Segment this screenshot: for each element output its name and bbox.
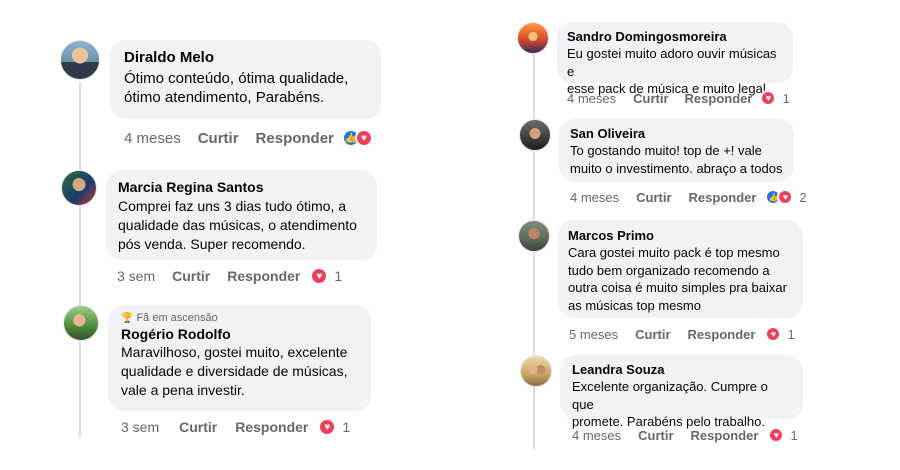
reply-button[interactable]: Responder (688, 327, 756, 342)
avatar[interactable] (517, 22, 549, 54)
like-button[interactable]: Curtir (635, 327, 670, 342)
comment-timestamp[interactable]: 3 sem (121, 419, 159, 435)
comment-actions: 4 meses Curtir Responder ♥ 1 (567, 89, 790, 107)
love-reaction-icon: ♥ (310, 267, 329, 285)
comment-author[interactable]: San Oliveira (570, 126, 783, 141)
reactions[interactable]: ♥ 1 (760, 90, 790, 106)
comment-timestamp[interactable]: 5 meses (569, 327, 618, 342)
reaction-count: 1 (342, 419, 351, 435)
comment-actions: 4 meses Curtir Responder ♥ 1 (572, 426, 798, 444)
like-button[interactable]: Curtir (636, 190, 671, 205)
comment-text: Maravilhoso, gostei muito, excelente qua… (121, 344, 348, 398)
fan-badge: 🏆 Fã em ascensão (121, 312, 358, 324)
trophy-icon: 🏆 (121, 313, 134, 324)
like-button[interactable]: Curtir (633, 91, 668, 106)
like-button[interactable]: Curtir (638, 428, 673, 443)
reaction-count: 1 (334, 268, 343, 284)
comment-author[interactable]: Diraldo Melo (124, 49, 367, 66)
comment-actions: 5 meses Curtir Responder ♥ 1 (569, 325, 795, 343)
love-reaction-icon: ♥ (760, 90, 777, 106)
avatar[interactable] (520, 355, 552, 387)
love-reaction-icon: ♥ (765, 326, 782, 342)
comment-timestamp[interactable]: 4 meses (572, 428, 621, 443)
reactions[interactable]: 👍 ♥ (341, 129, 373, 147)
comment-author[interactable]: Marcos Primo (568, 228, 793, 243)
like-button[interactable]: Curtir (179, 419, 217, 435)
comment-timestamp[interactable]: 4 meses (124, 130, 181, 147)
comment-bubble: 🏆 Fã em ascensão Rogério Rodolfo Maravilh… (108, 305, 371, 411)
thread-line-left (79, 82, 81, 437)
comment-timestamp[interactable]: 3 sem (117, 268, 155, 284)
love-reaction-icon: ♥ (768, 427, 785, 443)
love-reaction-icon: ♥ (354, 129, 373, 147)
comment-text: Cara gostei muito pack é top mesmo tudo … (568, 245, 787, 313)
fan-badge-label: Fã em ascensão (136, 312, 218, 324)
reactions[interactable]: ♥ 1 (768, 427, 798, 443)
comment-text: Ótimo conteúdo, ótima qualidade, ótimo a… (124, 70, 349, 106)
reactions[interactable]: ♥ 1 (765, 326, 795, 342)
reactions[interactable]: ♥ 1 (310, 267, 342, 285)
reactions[interactable]: ♥ 1 (318, 418, 350, 436)
like-button[interactable]: Curtir (198, 130, 239, 147)
comment-bubble: Marcia Regina Santos Comprei faz uns 3 d… (106, 170, 377, 260)
reactions[interactable]: 👍 ♥ 2 (765, 189, 807, 205)
avatar[interactable] (519, 119, 551, 151)
comment-actions: 3 sem Curtir Responder ♥ 1 (121, 417, 350, 437)
comment-text: Comprei faz uns 3 dias tudo ótimo, a qua… (118, 198, 357, 252)
reaction-count: 1 (787, 326, 795, 342)
love-reaction-icon: ♥ (318, 418, 337, 436)
like-button[interactable]: Curtir (172, 268, 210, 284)
comment-timestamp[interactable]: 4 meses (570, 190, 619, 205)
comment-bubble: San Oliveira To gostando muito! top de +… (559, 119, 794, 182)
reaction-count: 2 (799, 189, 807, 205)
comment-actions: 3 sem Curtir Responder ♥ 1 (117, 266, 342, 286)
reply-button[interactable]: Responder (691, 428, 759, 443)
comment-bubble: Sandro Domingosmoreira Eu gostei muito a… (557, 22, 793, 96)
avatar[interactable] (61, 170, 97, 206)
comment-timestamp[interactable]: 4 meses (567, 91, 616, 106)
comment-text: Excelente organização. Cumpre o que prom… (572, 379, 768, 429)
reply-button[interactable]: Responder (256, 130, 334, 147)
love-reaction-icon: ♥ (777, 189, 794, 205)
comment-actions: 4 meses Curtir Responder 👍 ♥ (124, 128, 373, 148)
comment-bubble: Diraldo Melo Ótimo conteúdo, ótima quali… (110, 40, 381, 119)
reply-button[interactable]: Responder (227, 268, 300, 284)
reaction-count: 1 (790, 427, 798, 443)
avatar[interactable] (63, 305, 99, 341)
avatar[interactable] (518, 220, 550, 252)
comment-author[interactable]: Leandra Souza (572, 362, 791, 377)
comment-author[interactable]: Sandro Domingosmoreira (567, 29, 783, 44)
reply-button[interactable]: Responder (235, 419, 308, 435)
reply-button[interactable]: Responder (685, 91, 753, 106)
reaction-count: 1 (782, 90, 790, 106)
comment-bubble: Marcos Primo Cara gostei muito pack é to… (558, 220, 803, 318)
reply-button[interactable]: Responder (689, 190, 757, 205)
comment-author[interactable]: Rogério Rodolfo (121, 326, 358, 342)
comment-text: To gostando muito! top de +! vale muito … (570, 143, 783, 176)
comment-actions: 4 meses Curtir Responder 👍 ♥ 2 (570, 188, 807, 206)
avatar[interactable] (60, 40, 100, 80)
comment-bubble: Leandra Souza Excelente organização. Cum… (560, 355, 803, 429)
comment-author[interactable]: Marcia Regina Santos (118, 179, 365, 195)
